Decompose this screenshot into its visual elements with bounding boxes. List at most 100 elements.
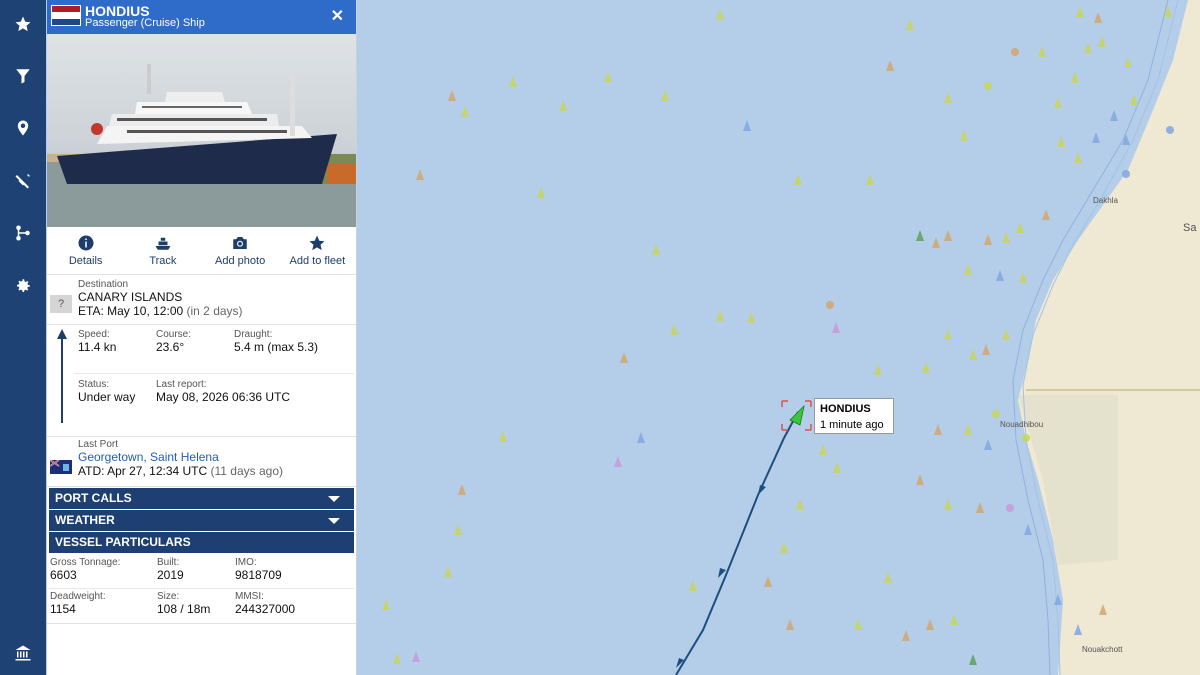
vessel-marker-icon[interactable] [716,9,724,20]
anchored-vessel-icon[interactable] [1166,126,1174,134]
vessel-marker-icon[interactable] [689,580,697,591]
vessel-marker-icon[interactable] [1094,12,1102,23]
vessel-marker-icon[interactable] [922,362,930,373]
vessel-marker-icon[interactable] [902,630,910,641]
vessel-marker-icon[interactable] [458,484,466,495]
vessel-marker-icon[interactable] [652,244,660,255]
vessel-marker-icon[interactable] [944,329,952,340]
vessel-map-tooltip[interactable]: HONDIUS 1 minute ago [814,398,894,434]
port-building-icon[interactable] [0,633,46,673]
vessel-marker-icon[interactable] [620,352,628,363]
vessel-marker-icon[interactable] [833,462,841,473]
details-button[interactable]: Details [47,227,124,274]
vessel-marker-icon[interactable] [416,169,424,180]
vessel-marker-icon[interactable] [1054,594,1062,605]
vessel-marker-icon[interactable] [448,90,456,101]
vessel-marker-icon[interactable] [444,566,452,577]
vessel-marker-icon[interactable] [614,456,622,467]
vessel-marker-icon[interactable] [661,90,669,101]
vessel-marker-icon[interactable] [780,542,788,553]
anchored-vessel-icon[interactable] [826,301,834,309]
vessel-photo[interactable] [47,34,356,227]
add-to-fleet-button[interactable]: Add to fleet [279,227,356,274]
track-button[interactable]: Track [124,227,201,274]
vessel-marker-icon[interactable] [1098,36,1106,47]
vessel-marker-icon[interactable] [1092,132,1100,143]
vessel-marker-icon[interactable] [1054,97,1062,108]
vessel-marker-icon[interactable] [382,599,390,610]
vessel-marker-icon[interactable] [1002,232,1010,243]
vessel-marker-icon[interactable] [934,424,942,435]
vessel-marker-icon[interactable] [786,619,794,630]
vessel-marker-icon[interactable] [960,130,968,141]
vessel-marker-icon[interactable] [944,499,952,510]
vessel-marker-icon[interactable] [866,174,874,185]
vessel-marker-icon[interactable] [984,439,992,450]
vessel-marker-icon[interactable] [637,432,645,443]
last-port-link[interactable]: Georgetown, Saint Helena [78,450,356,464]
vessel-marker-icon[interactable] [393,653,401,664]
vessel-marker-icon[interactable] [1110,110,1118,121]
vessel-marker-icon[interactable] [916,474,924,485]
vessel-marker-icon[interactable] [796,499,804,510]
vessel-marker-icon[interactable] [854,619,862,630]
vessel-marker-icon[interactable] [509,76,517,87]
vessel-marker-icon[interactable] [670,324,678,335]
vessel-marker-icon[interactable] [1002,329,1010,340]
vessel-marker-icon[interactable] [716,310,724,321]
vessel-marker-icon[interactable] [874,364,882,375]
anchored-vessel-icon[interactable] [992,410,1000,418]
vessel-marker-icon[interactable] [1071,72,1079,83]
vessel-marker-icon[interactable] [1016,222,1024,233]
vessel-marker-icon[interactable] [969,349,977,360]
vessel-marker-icon[interactable] [1042,209,1050,220]
vessel-marker-icon[interactable] [1084,42,1092,53]
vessel-marker-icon[interactable] [996,270,1004,281]
vessel-marker-icon[interactable] [916,230,924,241]
vessel-marker-icon[interactable] [1024,524,1032,535]
weather-header[interactable]: WEATHER [49,510,354,531]
vessel-marker-icon[interactable] [819,444,827,455]
vessel-marker-icon[interactable] [1124,57,1132,68]
vessel-marker-icon[interactable] [747,312,755,323]
anchored-vessel-icon[interactable] [1122,170,1130,178]
vessel-marker-icon[interactable] [884,572,892,583]
vessel-marker-icon[interactable] [906,19,914,30]
star-icon[interactable] [0,4,46,44]
vessel-marker-icon[interactable] [950,614,958,625]
location-pin-icon[interactable] [0,108,46,148]
vessel-marker-icon[interactable] [969,654,977,665]
vessel-marker-icon[interactable] [1076,6,1084,17]
route-icon[interactable] [0,213,46,253]
vessel-marker-icon[interactable] [1130,94,1138,105]
satellite-icon[interactable] [0,161,46,201]
close-panel-button[interactable]: ✕ [331,6,344,26]
vessel-marker-icon[interactable] [794,174,802,185]
vessel-marker-icon[interactable] [984,234,992,245]
vessel-marker-icon[interactable] [964,424,972,435]
vessel-marker-icon[interactable] [1038,46,1046,57]
vessel-marker-icon[interactable] [926,619,934,630]
vessel-marker-icon[interactable] [461,106,469,117]
anchored-vessel-icon[interactable] [1011,48,1019,56]
filter-icon[interactable] [0,56,46,96]
vessel-marker-icon[interactable] [412,651,420,662]
vessel-marker-icon[interactable] [886,60,894,71]
anchored-vessel-icon[interactable] [984,82,992,90]
vessel-marker-icon[interactable] [1019,272,1027,283]
vessel-marker-icon[interactable] [537,187,545,198]
add-photo-button[interactable]: Add photo [202,227,279,274]
vessel-marker-icon[interactable] [964,264,972,275]
vessel-marker-icon[interactable] [604,71,612,82]
vessel-marker-icon[interactable] [944,230,952,241]
settings-icon[interactable] [0,266,46,306]
vessel-marker-icon[interactable] [764,576,772,587]
anchored-vessel-icon[interactable] [1006,504,1014,512]
vessel-marker-icon[interactable] [743,120,751,131]
vessel-marker-icon[interactable] [499,431,507,442]
vessel-marker-icon[interactable] [1057,136,1065,147]
vessel-marker-icon[interactable] [559,100,567,111]
vessel-marker-icon[interactable] [1074,152,1082,163]
anchored-vessel-icon[interactable] [1022,434,1030,442]
vessel-particulars-header[interactable]: VESSEL PARTICULARS [49,532,354,553]
